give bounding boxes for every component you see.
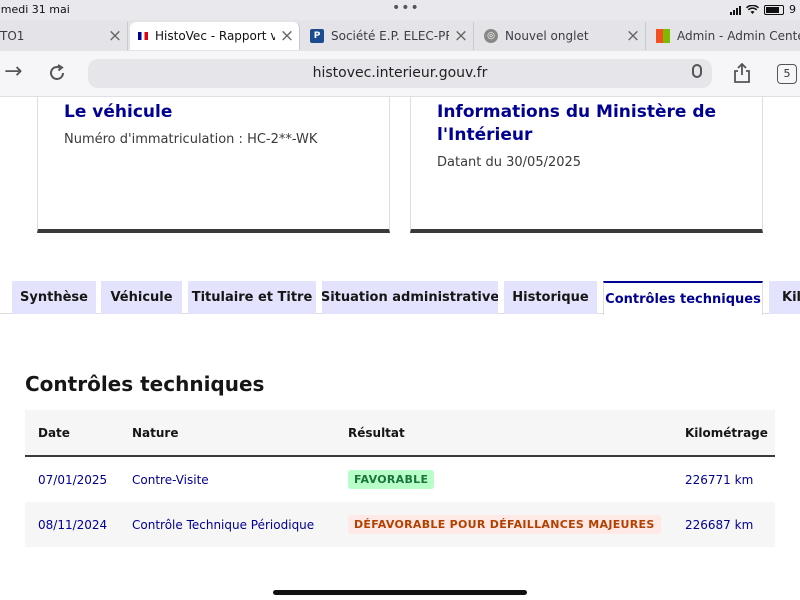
microphone-icon[interactable] <box>692 64 702 78</box>
forward-arrow-icon[interactable]: → <box>4 59 22 84</box>
tab-situation-administrative[interactable]: Situation administrative <box>322 281 498 314</box>
status-time: amedi 31 mai <box>0 3 70 16</box>
browser-tab-title: HistoVec - Rapport ve <box>155 29 275 43</box>
header-date: Date <box>38 425 70 440</box>
table-row: 08/11/2024 Contrôle Technique Périodique… <box>25 502 775 547</box>
row-km: 226687 km <box>685 517 754 532</box>
table-header: Date Nature Résultat Kilométrage <box>25 410 775 457</box>
section-title: Contrôles techniques <box>25 372 265 396</box>
table-row: 07/01/2025 Contre-Visite FAVORABLE 22677… <box>25 457 775 502</box>
tab-historique[interactable]: Historique <box>504 281 597 314</box>
share-icon[interactable] <box>733 63 751 83</box>
report-tabs: Synthèse Véhicule Titulaire et Titre Sit… <box>0 281 800 315</box>
ministry-card-title: Informations du Ministère de l'Intérieur <box>437 102 717 145</box>
status-indicators: 9 <box>730 3 796 16</box>
tab-controles-techniques[interactable]: Contrôles techniques <box>603 281 763 315</box>
browser-tab-new[interactable]: ◎ Nouvel onglet × <box>476 22 646 50</box>
row-nature: Contrôle Technique Périodique <box>132 517 315 532</box>
status-extra: 9 <box>789 3 796 16</box>
tab-titulaire-titre[interactable]: Titulaire et Titre <box>188 281 316 314</box>
row-date: 07/01/2025 <box>38 472 108 487</box>
row-nature: Contre-Visite <box>132 472 209 487</box>
close-icon[interactable]: × <box>449 26 473 46</box>
browser-tab-admin[interactable]: Admin - Admin Center <box>648 22 800 50</box>
vehicle-card-title: Le véhicule <box>64 102 173 122</box>
signal-icon <box>730 5 741 15</box>
microsoft-icon <box>656 29 670 43</box>
home-indicator[interactable] <box>273 590 527 595</box>
browser-tab-title: Nouvel onglet <box>505 29 589 43</box>
url-field[interactable]: histovec.interieur.gouv.fr <box>88 59 712 88</box>
row-result: FAVORABLE <box>348 457 435 502</box>
technical-controls-table: Date Nature Résultat Kilométrage 07/01/2… <box>25 410 775 547</box>
header-resultat: Résultat <box>348 425 405 440</box>
browser-tab-histovec[interactable]: HistoVec - Rapport ve × <box>130 22 300 50</box>
pappers-icon: P <box>310 29 324 43</box>
close-icon[interactable]: × <box>275 26 299 46</box>
tab-synthese[interactable]: Synthèse <box>12 281 96 314</box>
browser-tab-title: Société E.P. ELEC-PRE <box>331 29 449 43</box>
reload-icon[interactable] <box>47 63 67 83</box>
battery-icon <box>764 4 784 15</box>
browser-tab-to1[interactable]: TO1 × <box>0 22 128 50</box>
url-text: histovec.interieur.gouv.fr <box>312 65 488 81</box>
close-icon[interactable]: × <box>103 26 127 46</box>
browser-tab-societe[interactable]: P Société E.P. ELEC-PRE × <box>302 22 474 50</box>
tabs-overview-button[interactable]: 5 <box>777 64 797 84</box>
status-badge-defavorable: DÉFAVORABLE POUR DÉFAILLANCES MAJEURES <box>348 515 661 534</box>
multitask-dots[interactable]: ••• <box>392 0 420 16</box>
ministry-date: Datant du 30/05/2025 <box>437 155 582 170</box>
status-badge-favorable: FAVORABLE <box>348 470 435 489</box>
wifi-icon <box>746 4 759 14</box>
browser-tab-title: Admin - Admin Center <box>677 29 800 43</box>
french-flag-icon <box>138 32 148 40</box>
browser-tab-bar: TO1 × HistoVec - Rapport ve × P Société … <box>0 20 800 51</box>
row-km: 226771 km <box>685 472 754 487</box>
row-result: DÉFAVORABLE POUR DÉFAILLANCES MAJEURES <box>348 502 661 547</box>
address-bar-area: → histovec.interieur.gouv.fr 5 <box>0 51 800 97</box>
globe-icon: ◎ <box>484 29 498 43</box>
tab-kilometrage[interactable]: Kilo <box>769 281 800 314</box>
vehicle-card: Le véhicule Numéro d'immatriculation : H… <box>37 97 390 233</box>
close-icon[interactable]: × <box>621 26 645 46</box>
header-kilometrage: Kilométrage <box>685 425 768 440</box>
row-date: 08/11/2024 <box>38 517 108 532</box>
tab-vehicule[interactable]: Véhicule <box>101 281 182 314</box>
browser-tab-title: TO1 <box>0 29 25 43</box>
header-nature: Nature <box>132 425 179 440</box>
ministry-card: Informations du Ministère de l'Intérieur… <box>410 97 763 233</box>
status-bar: amedi 31 mai ••• 9 <box>0 0 800 20</box>
vehicle-registration: Numéro d'immatriculation : HC-2**-WK <box>64 132 318 147</box>
